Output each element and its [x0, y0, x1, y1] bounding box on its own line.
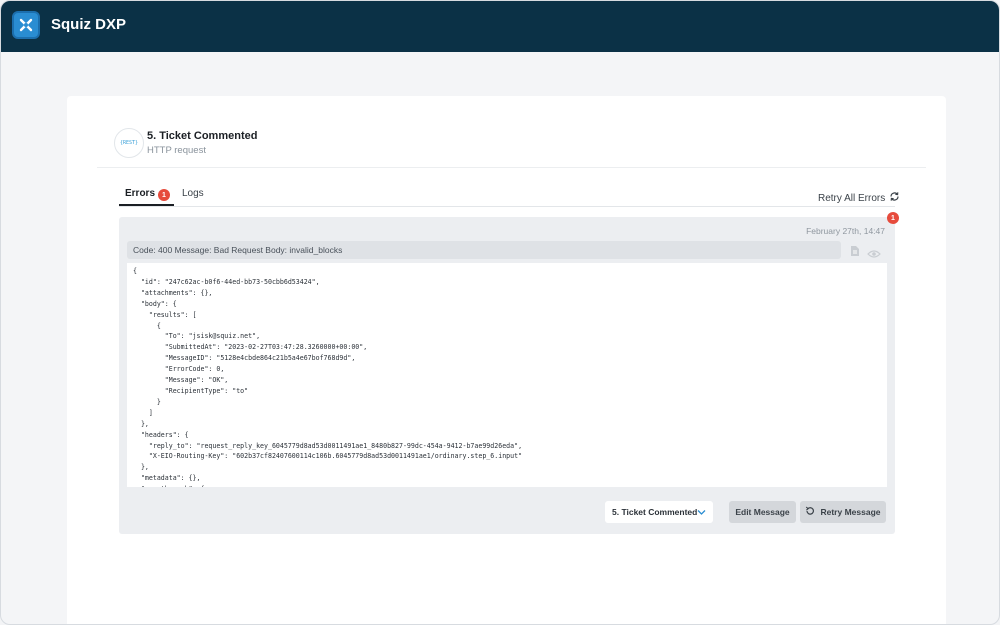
http-request-icon: {REST} — [114, 128, 144, 158]
step-select-value: 5. Ticket Commented — [612, 507, 698, 517]
retry-all-errors-label: Retry All Errors — [818, 192, 886, 204]
step-subtitle: HTTP request — [147, 145, 206, 156]
error-payload-json: { "id": "247c62ac-b0f6-44ed-bb73-50cbb6d… — [133, 267, 523, 487]
squiz-logo-icon[interactable] — [12, 11, 40, 39]
retry-all-errors-button[interactable]: Retry All Errors — [818, 191, 900, 205]
step-select-dropdown[interactable]: 5. Ticket Commented — [605, 501, 713, 523]
refresh-icon — [889, 191, 900, 205]
app-window: Squiz DXP {REST} 5. Ticket Commented HTT… — [0, 0, 1000, 625]
error-timestamp: February 27th, 14:47 — [806, 226, 885, 236]
error-message: Code: 400 Message: Bad Request Body: inv… — [127, 241, 841, 259]
errors-count-badge: 1 — [158, 189, 170, 201]
chevron-down-icon — [697, 508, 706, 518]
top-navigation-bar: Squiz DXP — [1, 1, 999, 52]
error-item-panel: February 27th, 14:47 Code: 400 Message: … — [119, 217, 895, 534]
retry-message-button[interactable]: Retry Message — [800, 501, 886, 523]
edit-message-label: Edit Message — [735, 507, 790, 517]
tab-logs[interactable]: Logs — [182, 188, 204, 199]
tab-logs-label: Logs — [182, 188, 204, 199]
eye-icon[interactable] — [865, 245, 883, 263]
error-payload-viewer[interactable]: { "id": "247c62ac-b0f6-44ed-bb73-50cbb6d… — [127, 263, 887, 487]
edit-message-button[interactable]: Edit Message — [729, 501, 796, 523]
tab-errors[interactable]: Errors — [125, 188, 155, 199]
retry-icon — [805, 506, 815, 518]
app-name: Squiz DXP — [51, 16, 127, 33]
active-tab-indicator — [119, 204, 174, 206]
document-icon[interactable] — [846, 242, 864, 260]
retry-message-label: Retry Message — [820, 507, 881, 517]
tab-errors-label: Errors — [125, 188, 156, 199]
step-title: 5. Ticket Commented — [147, 130, 258, 142]
error-count-badge: 1 — [887, 212, 899, 224]
tabs-baseline — [119, 206, 895, 207]
header-divider — [97, 167, 926, 168]
